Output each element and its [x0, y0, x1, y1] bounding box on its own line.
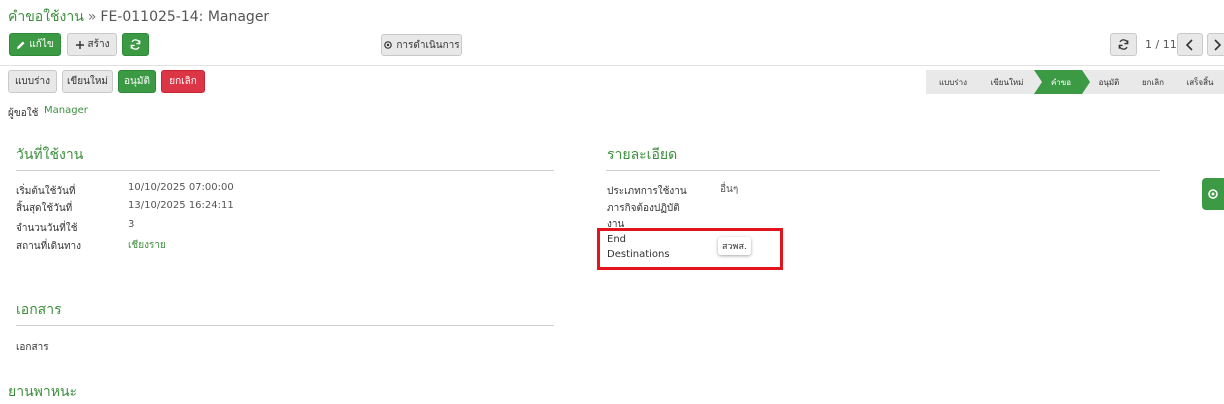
requester-value[interactable]: Manager: [44, 105, 88, 116]
side-panel-toggle[interactable]: [1202, 178, 1224, 210]
breadcrumb-current: FE-011025-14: Manager: [100, 9, 270, 25]
highlight-box: [597, 228, 783, 270]
vehicle-section-title: ยานพาหนะ: [8, 384, 78, 400]
days-used-value: 3: [128, 219, 135, 230]
pager-counter: 1 / 11: [1145, 38, 1177, 51]
breadcrumb: คำขอใช้งาน» FE-011025-14: Manager: [8, 6, 269, 28]
refresh-button[interactable]: [122, 33, 149, 56]
edit-button[interactable]: แก้ไข: [9, 33, 61, 56]
mission-label: ภารกิจต้องปฏิบัติ: [607, 203, 680, 214]
usage-type-value: อื่นๆ: [720, 184, 739, 195]
destination-label: สถานที่เดินทาง: [16, 241, 82, 252]
approve-button[interactable]: อนุมัติ: [118, 70, 156, 93]
refresh-icon: [130, 39, 141, 50]
gear-icon: [1208, 189, 1218, 199]
toolbar-divider: [0, 65, 1224, 66]
create-button-label: สร้าง: [87, 39, 110, 50]
details-section-divider: [606, 170, 1160, 171]
start-date-label: เริ่มต้นใช้วันที่: [16, 186, 76, 197]
status-step-draft[interactable]: แบบร่าง: [926, 70, 980, 94]
refresh-icon: [1118, 39, 1129, 50]
actions-button-label: การดำเนินการ: [396, 39, 460, 51]
usage-section-divider: [16, 170, 554, 171]
usage-type-label: ประเภทการใช้งาน: [607, 186, 687, 197]
start-date-value: 10/10/2025 07:00:00: [128, 182, 234, 193]
end-date-label: สิ้นสุดใช้วันที่: [16, 203, 73, 214]
breadcrumb-parent-link[interactable]: คำขอใช้งาน: [8, 9, 84, 25]
draft-button[interactable]: แบบร่าง: [8, 70, 57, 93]
status-step-request[interactable]: คำขอ: [1034, 70, 1090, 94]
status-step-rewrite[interactable]: เขียนใหม่: [980, 70, 1034, 94]
next-record-button[interactable]: [1207, 33, 1224, 56]
end-date-value: 13/10/2025 16:24:11: [128, 200, 234, 211]
status-step-done[interactable]: เสร็จสิ้น: [1176, 70, 1224, 94]
destination-value[interactable]: เชียงราย: [128, 238, 166, 253]
documents-section-title: เอกสาร: [16, 302, 62, 318]
days-used-label: จำนวนวันที่ใช้: [16, 223, 78, 234]
documents-section-divider: [16, 325, 554, 326]
chevron-right-icon: [1214, 38, 1222, 51]
chevron-left-icon: [1185, 38, 1193, 51]
status-bar: แบบร่าง เขียนใหม่ คำขอ อนุมัติ ยกเลิก เส…: [926, 70, 1224, 94]
previous-record-button[interactable]: [1177, 33, 1203, 56]
usage-section-title: วันที่ใช้งาน: [16, 147, 84, 163]
actions-button[interactable]: การดำเนินการ: [381, 34, 462, 56]
documents-field-label: เอกสาร: [16, 342, 49, 353]
gear-icon: [384, 41, 393, 49]
rewrite-button[interactable]: เขียนใหม่: [62, 70, 113, 93]
cancel-button[interactable]: ยกเลิก: [161, 70, 205, 93]
pencil-icon: [17, 41, 25, 49]
breadcrumb-separator: »: [87, 9, 97, 25]
status-step-cancelled[interactable]: ยกเลิก: [1130, 70, 1176, 94]
requester-label: ผู้ขอใช้: [8, 108, 39, 119]
create-button[interactable]: สร้าง: [67, 33, 117, 56]
details-section-title: รายละเอียด: [607, 147, 678, 163]
edit-button-label: แก้ไข: [29, 39, 54, 50]
plus-icon: [75, 40, 84, 49]
reload-button[interactable]: [1110, 33, 1137, 56]
